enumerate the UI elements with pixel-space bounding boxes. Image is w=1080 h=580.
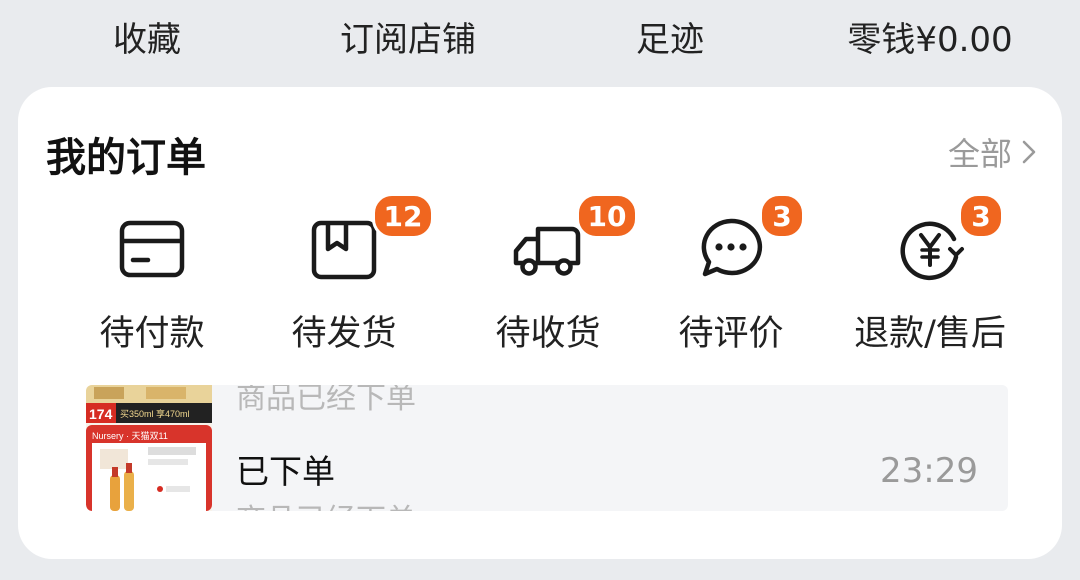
footprints-link[interactable]: 足迹 — [636, 12, 704, 61]
top-quick-links: 收藏 订阅店铺 足迹 零钱¥0.00 — [0, 0, 1080, 80]
order-pending-receipt[interactable]: 10 待收货 — [458, 193, 638, 354]
my-orders-card: 我的订单 全部 待付款 12 待发货 10 待收货 3 待评价 3 退款/售后 … — [18, 87, 1062, 559]
thumb-price: 174 — [89, 406, 113, 422]
pending-shipment-badge: 12 — [372, 193, 434, 239]
order-status-label: 退款/售后 — [854, 314, 1006, 354]
thumb-brand: Nursery · 天猫双11 — [92, 430, 168, 441]
product-thumbnail: 174 买350ml 享470ml Nursery · 天猫双11 — [86, 385, 212, 511]
favorites-link[interactable]: 收藏 — [113, 12, 181, 61]
refund-badge: 3 — [958, 193, 1004, 239]
yen-refund-icon — [900, 221, 964, 281]
order-status-title: 已下单 — [236, 452, 335, 491]
order-refund-after-sales[interactable]: 3 退款/售后 — [840, 193, 1020, 354]
chat-bubble-icon — [701, 218, 763, 277]
order-notice-carousel[interactable]: 174 买350ml 享470ml Nursery · 天猫双11 商品已经下单… — [86, 385, 1008, 511]
order-status-label: 待收货 — [495, 314, 601, 354]
order-status-label: 待发货 — [291, 314, 397, 354]
package-icon — [311, 220, 377, 280]
order-pending-review[interactable]: 3 待评价 — [641, 193, 821, 354]
order-status-description: 商品已经下单 — [236, 495, 416, 511]
chevron-right-icon — [1022, 140, 1036, 164]
my-orders-title: 我的订单 — [46, 135, 206, 181]
delivery-truck-icon — [513, 226, 581, 276]
previous-notice-text: 商品已经下单 — [236, 385, 416, 416]
pending-review-badge: 3 — [759, 193, 805, 239]
view-all-orders-link[interactable]: 全部 — [948, 129, 1036, 175]
order-status-label: 待付款 — [99, 314, 205, 354]
notice-timestamp: 23:29 — [880, 451, 978, 491]
thumb-spec: 买350ml 享470ml — [120, 408, 190, 419]
wallet-card-icon — [119, 220, 185, 278]
product-thumbnail-image: 174 买350ml 享470ml Nursery · 天猫双11 — [86, 385, 212, 511]
subscribed-shops-link[interactable]: 订阅店铺 — [340, 12, 476, 61]
order-pending-shipment[interactable]: 12 待发货 — [254, 193, 434, 354]
view-all-label: 全部 — [947, 135, 1012, 173]
order-pending-payment[interactable]: 待付款 — [62, 213, 242, 354]
wallet-balance-link[interactable]: 零钱¥0.00 — [847, 12, 1012, 61]
pending-receipt-badge: 10 — [576, 193, 638, 239]
order-status-label: 待评价 — [678, 314, 784, 354]
